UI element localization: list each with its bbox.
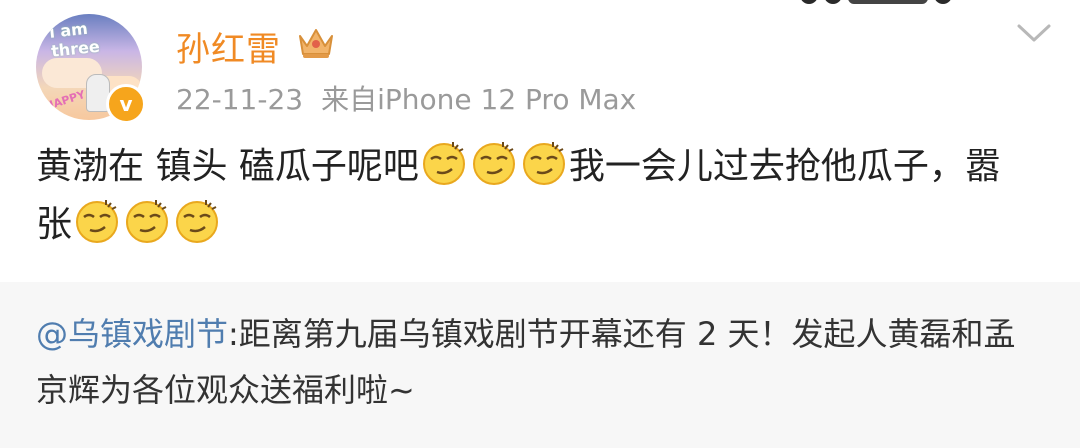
avatar-label: HAPPY	[43, 87, 87, 114]
mention-link[interactable]: @乌镇戏剧节	[36, 315, 228, 353]
post-meta: 22-11-23 来自iPhone 12 Pro Max	[176, 78, 636, 118]
status-dot-icon	[934, 0, 952, 4]
verified-badge-icon: v	[106, 84, 146, 124]
username[interactable]: 孙红雷	[176, 22, 281, 71]
post-date: 22-11-23	[176, 83, 304, 116]
status-dot-icon	[824, 0, 842, 4]
status-dot-icon	[800, 0, 818, 4]
smirk-emoji-icon	[422, 142, 465, 185]
repost-box[interactable]: @乌镇戏剧节:距离第九届乌镇戏剧节开幕还有 2 天！发起人黄磊和孟京辉为各位观众…	[0, 282, 1080, 448]
smirk-emoji-icon	[176, 200, 219, 243]
status-bar-icons	[800, 0, 952, 6]
smirk-emoji-icon	[522, 142, 565, 185]
smirk-emoji-icon	[76, 200, 119, 243]
smirk-emoji-icon	[472, 142, 515, 185]
post-source: 来自iPhone 12 Pro Max	[321, 83, 637, 116]
status-bar-icon	[848, 0, 928, 4]
chevron-down-icon[interactable]	[1016, 22, 1052, 44]
avatar-text: i am three	[48, 18, 101, 61]
repost-text: @乌镇戏剧节:距离第九届乌镇戏剧节开幕还有 2 天！发起人黄磊和孟京辉为各位观众…	[36, 306, 1046, 418]
post-content: 黄渤在 镇头 磕瓜子呢吧 我一会儿过去抢他瓜子，嚣张	[36, 138, 1036, 254]
weibo-post-card: i am three HAPPY v 孙红雷 22-11-23 来自iPhone …	[0, 0, 1080, 448]
smirk-emoji-icon	[126, 200, 169, 243]
post-text: 黄渤在 镇头 磕瓜子呢吧	[36, 146, 419, 187]
crown-icon[interactable]	[296, 24, 336, 60]
